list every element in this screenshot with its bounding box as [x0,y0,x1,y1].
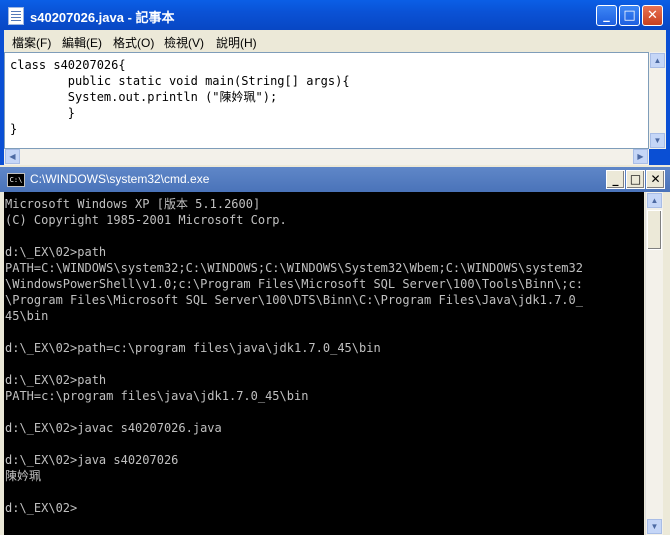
cmd-vertical-scrollbar[interactable]: ▲ ▼ [645,192,663,535]
notepad-icon[interactable] [8,7,24,25]
scroll-down-button[interactable]: ▼ [650,133,665,148]
close-icon: ✕ [650,172,661,186]
scroll-down-button[interactable]: ▼ [647,519,662,534]
cmd-title-bar[interactable]: C:\ C:\WINDOWS\system32\cmd.exe _ □ ✕ [0,167,670,192]
notepad-title-bar[interactable]: s40207026.java - 記事本 _ □ ✕ [0,0,670,30]
notepad-title: s40207026.java - 記事本 [30,10,175,25]
minimize-button[interactable]: _ [596,5,617,26]
menu-file[interactable]: 檔案(F) [12,34,51,51]
cmd-window: C:\ C:\WINDOWS\system32\cmd.exe _ □ ✕ Mi… [0,167,670,535]
scroll-left-button[interactable]: ◀ [5,149,20,164]
close-icon: ✕ [647,8,658,23]
notepad-window: s40207026.java - 記事本 _ □ ✕ 檔案(F) 編輯(E) 格… [0,0,670,165]
cmd-minimize-button[interactable]: _ [606,170,625,189]
text-editor[interactable]: class s40207026{ public static void main… [4,52,649,149]
menu-bar: 檔案(F) 編輯(E) 格式(O) 檢視(V) 說明(H) [4,30,666,52]
minimize-icon: _ [603,8,610,23]
menu-format[interactable]: 格式(O) [113,34,154,51]
scroll-right-button[interactable]: ▶ [633,149,648,164]
scroll-up-button[interactable]: ▲ [647,193,662,208]
cmd-title: C:\WINDOWS\system32\cmd.exe [30,172,210,186]
maximize-icon: □ [629,172,642,186]
close-button[interactable]: ✕ [642,5,663,26]
menu-edit[interactable]: 編輯(E) [62,34,102,51]
notepad-vertical-scrollbar[interactable]: ▲ ▼ [649,52,666,149]
maximize-button[interactable]: □ [619,5,640,26]
menu-help[interactable]: 說明(H) [216,34,257,51]
console-text: Microsoft Windows XP [版本 5.1.2600] (C) C… [5,197,583,515]
scroll-up-button[interactable]: ▲ [650,53,665,68]
console-output[interactable]: Microsoft Windows XP [版本 5.1.2600] (C) C… [4,192,644,535]
notepad-horizontal-scrollbar[interactable]: ◀ ▶ [4,149,649,165]
cmd-maximize-button[interactable]: □ [626,170,645,189]
cmd-icon[interactable]: C:\ [7,173,25,187]
editor-content[interactable]: class s40207026{ public static void main… [10,57,350,137]
menu-view[interactable]: 檢視(V) [164,34,204,51]
maximize-icon: □ [623,8,636,23]
cmd-close-button[interactable]: ✕ [646,170,665,189]
minimize-icon: _ [612,172,619,186]
scroll-thumb[interactable] [647,210,662,250]
